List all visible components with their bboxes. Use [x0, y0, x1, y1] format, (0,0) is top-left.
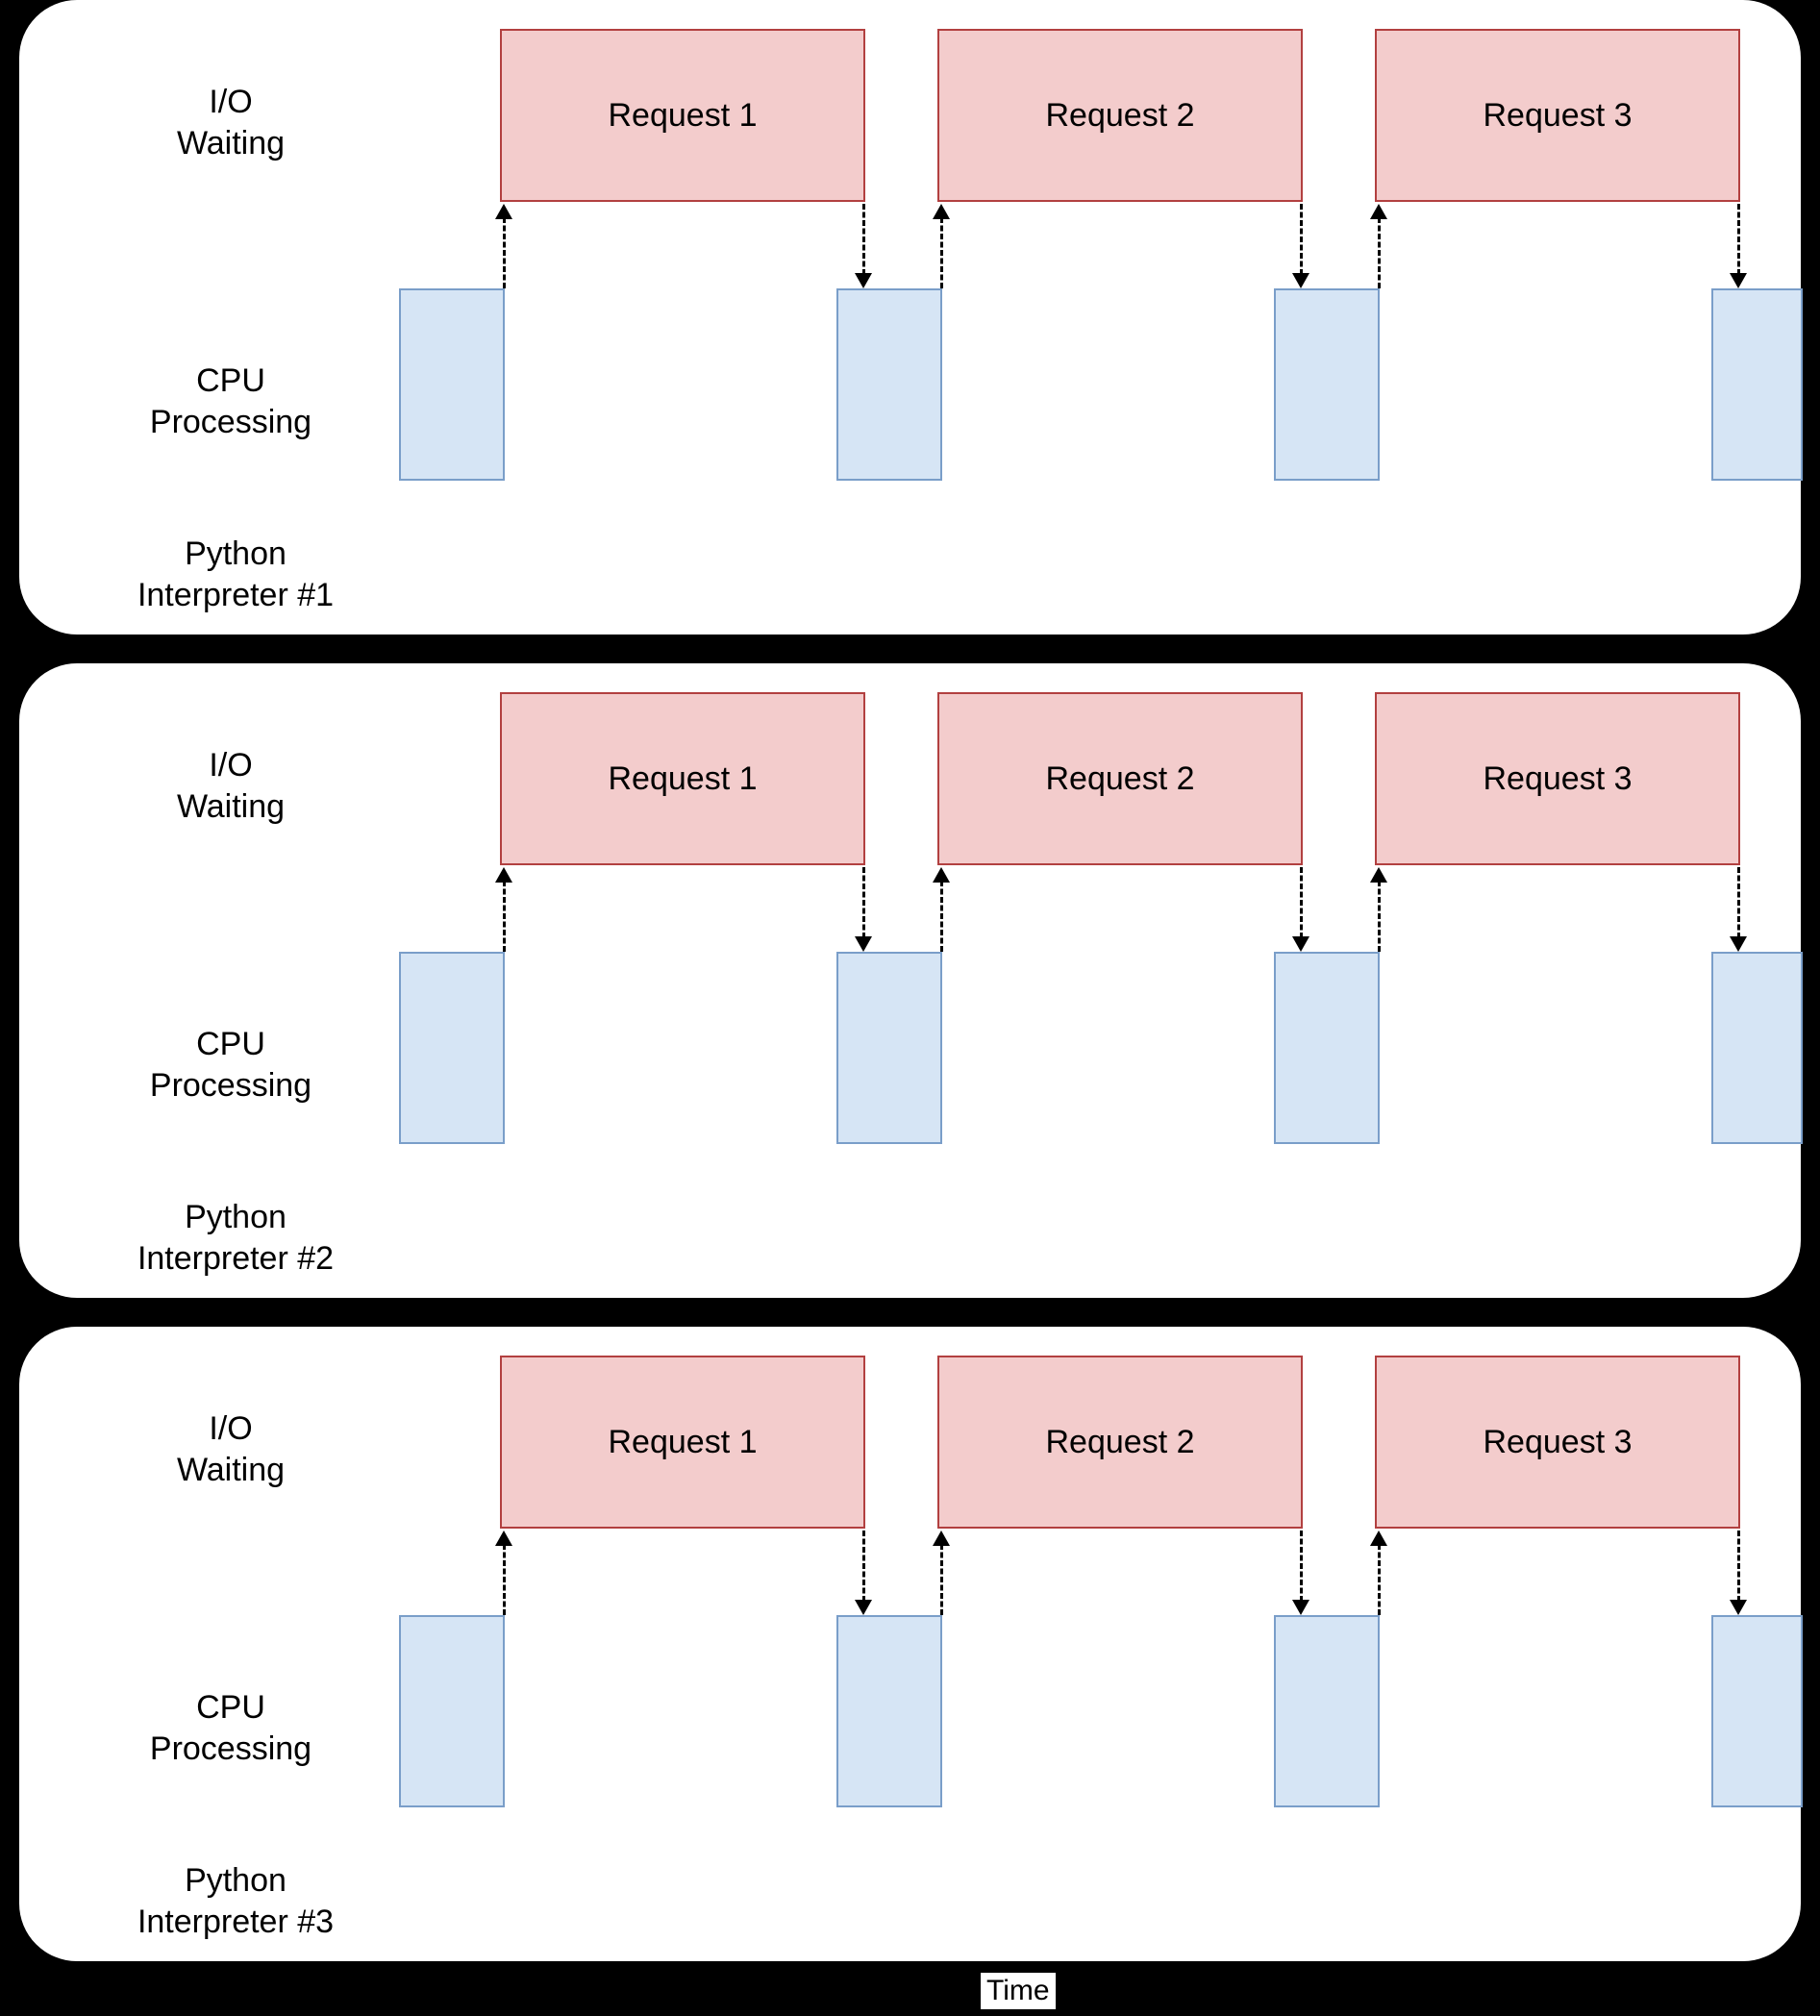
arrow-line — [1737, 204, 1740, 275]
arrow-up-icon — [495, 1531, 512, 1546]
arrow-line — [503, 1544, 506, 1615]
interpreter-panel-3: I/O Waiting CPU Processing Python Interp… — [19, 1327, 1801, 1961]
cpu-box — [1274, 1615, 1380, 1807]
arrow-line — [940, 1544, 943, 1615]
arrow-up-icon — [933, 867, 950, 883]
arrow-down-icon — [1730, 273, 1747, 288]
arrow-line — [1378, 217, 1381, 288]
interpreter-label: Python Interpreter #2 — [115, 1197, 356, 1279]
io-waiting-label: I/O Waiting — [135, 745, 327, 827]
interpreter-label: Python Interpreter #3 — [115, 1860, 356, 1942]
arrow-line — [503, 881, 506, 952]
cpu-box — [836, 952, 942, 1144]
cpu-box — [836, 288, 942, 481]
cpu-box — [399, 1615, 505, 1807]
request-box: Request 1 — [500, 1356, 865, 1529]
interpreter-label: Python Interpreter #1 — [115, 534, 356, 615]
io-waiting-label: I/O Waiting — [135, 1408, 327, 1490]
request-box: Request 1 — [500, 692, 865, 865]
arrow-line — [1300, 1531, 1303, 1602]
arrow-line — [1737, 867, 1740, 938]
cpu-box — [1274, 952, 1380, 1144]
arrow-line — [940, 881, 943, 952]
cpu-box — [399, 288, 505, 481]
arrow-up-icon — [1370, 867, 1387, 883]
cpu-processing-label: CPU Processing — [125, 361, 337, 442]
request-box: Request 3 — [1375, 1356, 1740, 1529]
request-box: Request 1 — [500, 29, 865, 202]
arrow-down-icon — [1730, 936, 1747, 952]
arrow-line — [940, 217, 943, 288]
request-box: Request 2 — [937, 692, 1303, 865]
cpu-box — [836, 1615, 942, 1807]
arrow-up-icon — [933, 1531, 950, 1546]
cpu-processing-label: CPU Processing — [125, 1024, 337, 1106]
arrow-down-icon — [855, 936, 872, 952]
arrow-down-icon — [1292, 273, 1309, 288]
cpu-box — [1274, 288, 1380, 481]
interpreter-panel-1: I/O Waiting CPU Processing Python Interp… — [19, 0, 1801, 635]
arrow-down-icon — [855, 1600, 872, 1615]
arrow-line — [1737, 1531, 1740, 1602]
cpu-box — [1711, 288, 1803, 481]
arrow-line — [862, 204, 865, 275]
arrow-up-icon — [933, 204, 950, 219]
cpu-box — [399, 952, 505, 1144]
arrow-line — [1300, 204, 1303, 275]
arrow-up-icon — [495, 204, 512, 219]
arrow-down-icon — [855, 273, 872, 288]
interpreter-panel-2: I/O Waiting CPU Processing Python Interp… — [19, 663, 1801, 1298]
request-box: Request 2 — [937, 29, 1303, 202]
arrow-up-icon — [1370, 204, 1387, 219]
time-axis-label: Time — [981, 1973, 1056, 2009]
arrow-line — [1300, 867, 1303, 938]
arrow-up-icon — [495, 867, 512, 883]
request-box: Request 2 — [937, 1356, 1303, 1529]
arrow-down-icon — [1730, 1600, 1747, 1615]
cpu-box — [1711, 1615, 1803, 1807]
arrow-down-icon — [1292, 1600, 1309, 1615]
arrow-line — [1378, 881, 1381, 952]
arrow-line — [862, 1531, 865, 1602]
arrow-down-icon — [1292, 936, 1309, 952]
request-box: Request 3 — [1375, 29, 1740, 202]
arrow-up-icon — [1370, 1531, 1387, 1546]
arrow-line — [862, 867, 865, 938]
request-box: Request 3 — [1375, 692, 1740, 865]
cpu-processing-label: CPU Processing — [125, 1687, 337, 1769]
cpu-box — [1711, 952, 1803, 1144]
io-waiting-label: I/O Waiting — [135, 82, 327, 163]
arrow-line — [503, 217, 506, 288]
arrow-line — [1378, 1544, 1381, 1615]
